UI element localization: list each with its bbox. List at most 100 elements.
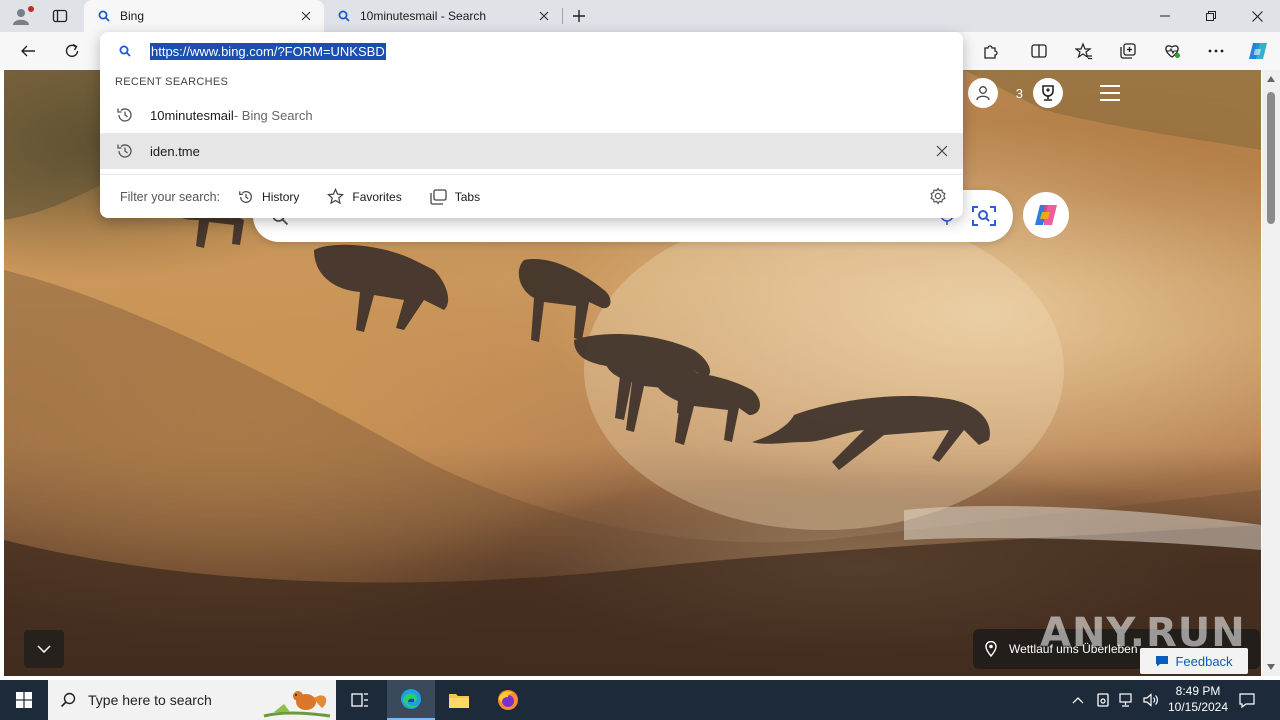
close-tab-icon[interactable] <box>532 4 556 28</box>
menu-button[interactable] <box>1099 84 1121 102</box>
gear-icon[interactable] <box>929 187 949 207</box>
windows-logo-icon <box>16 692 32 708</box>
restore-button[interactable] <box>1188 0 1234 32</box>
task-view-button[interactable] <box>336 680 384 720</box>
tab-separator <box>562 8 563 24</box>
profile-alert-dot <box>28 6 34 12</box>
address-url[interactable]: https://www.bing.com/?FORM=UNKSBD <box>150 42 386 60</box>
file-explorer-button[interactable] <box>435 680 483 720</box>
rewards-button[interactable] <box>1033 78 1063 108</box>
page-scrollbar[interactable] <box>1262 70 1280 676</box>
back-button[interactable] <box>13 36 43 66</box>
copilot-icon <box>1249 43 1267 59</box>
copilot-sidebar-button[interactable] <box>1243 36 1273 66</box>
taskbar-search-box[interactable]: Type here to search <box>48 680 336 720</box>
search-icon <box>100 45 150 57</box>
refresh-button[interactable] <box>57 36 87 66</box>
copilot-button[interactable] <box>1023 192 1069 238</box>
browser-essentials-button[interactable] <box>1157 36 1187 66</box>
location-pin-icon <box>973 641 1009 657</box>
hamburger-icon <box>1100 85 1120 101</box>
copilot-icon <box>1035 205 1057 225</box>
refresh-icon <box>65 43 79 57</box>
device-tray-button[interactable] <box>1092 680 1114 720</box>
chevron-up-icon <box>1072 696 1084 703</box>
remove-suggestion-icon[interactable] <box>933 142 951 160</box>
filter-tabs-label: Tabs <box>454 189 481 204</box>
page-header-actions: in 3 <box>942 78 1121 108</box>
rewards-count: 3 <box>1015 85 1023 101</box>
start-button[interactable] <box>0 680 48 720</box>
feedback-button[interactable]: Feedback <box>1140 648 1248 674</box>
notifications-button[interactable] <box>1236 680 1258 720</box>
scroll-up-arrow-icon[interactable] <box>1267 76 1275 82</box>
notification-icon <box>1239 693 1255 708</box>
firefox-button[interactable] <box>484 680 532 720</box>
feedback-icon <box>1156 656 1169 667</box>
address-bar[interactable]: https://www.bing.com/?FORM=UNKSBD <box>100 32 963 70</box>
user-avatar[interactable] <box>967 78 998 108</box>
restore-icon <box>1206 11 1216 21</box>
tab-strip: Bing 10minutesmail - Search <box>0 0 1280 32</box>
windows-taskbar: Type here to search 8:49 PM 10/15/2024 <box>0 680 1280 720</box>
close-window-button[interactable] <box>1234 0 1280 32</box>
tabs-icon <box>430 188 447 205</box>
puzzle-icon <box>984 45 998 59</box>
network-icon <box>1119 693 1132 707</box>
tab-actions-icon <box>52 9 68 23</box>
trophy-icon <box>1042 85 1054 101</box>
squirrel-illustration-icon <box>263 691 331 718</box>
firefox-icon <box>498 690 518 710</box>
filter-history[interactable]: History <box>238 189 299 205</box>
tab-title: Bing <box>120 9 145 23</box>
tab-actions-button[interactable] <box>44 3 76 29</box>
split-screen-button[interactable] <box>1024 36 1054 66</box>
tab-title: 10minutesmail - Search <box>360 9 487 23</box>
person-icon <box>976 86 990 101</box>
new-tab-button[interactable] <box>566 3 592 29</box>
scrollbar-thumb[interactable] <box>1267 92 1275 224</box>
folder-icon <box>449 694 469 708</box>
edge-icon <box>401 689 421 709</box>
back-arrow-icon <box>21 45 35 57</box>
tab-bing[interactable]: Bing <box>84 0 324 32</box>
taskbar-search-placeholder: Type here to search <box>88 692 212 708</box>
minimize-icon <box>1160 15 1170 17</box>
filter-tabs[interactable]: Tabs <box>430 188 481 205</box>
network-button[interactable] <box>1116 680 1138 720</box>
volume-button[interactable] <box>1140 680 1162 720</box>
search-filter-bar: Filter your search: History Favorites Ta… <box>100 174 963 218</box>
suggestion-text: 10minutesmail <box>150 107 234 123</box>
collections-icon <box>1120 43 1136 59</box>
filter-label: Filter your search: <box>120 189 221 204</box>
clock-time: 8:49 PM <box>1175 684 1221 698</box>
task-view-icon <box>351 693 368 707</box>
settings-menu-button[interactable] <box>1201 36 1231 66</box>
collections-button[interactable] <box>1113 36 1143 66</box>
scroll-down-arrow-icon[interactable] <box>1267 664 1275 670</box>
feedback-label: Feedback <box>1175 653 1233 669</box>
show-hidden-icons-button[interactable] <box>1068 680 1088 720</box>
suggestion-item[interactable]: 10minutesmail - Bing Search <box>100 97 963 133</box>
close-icon <box>1251 10 1263 22</box>
filter-favorites[interactable]: Favorites <box>327 188 402 205</box>
more-options-icon <box>1208 49 1224 53</box>
system-clock[interactable]: 8:49 PM 10/15/2024 <box>1160 683 1236 715</box>
history-icon <box>100 142 150 160</box>
extensions-button[interactable] <box>976 36 1006 66</box>
favorites-button[interactable] <box>1069 36 1099 66</box>
minimize-button[interactable] <box>1142 0 1188 32</box>
edge-taskbar-button[interactable] <box>387 680 435 720</box>
suggestion-source: - Bing Search <box>233 107 313 123</box>
history-icon <box>239 190 252 203</box>
tab-10minutesmail[interactable]: 10minutesmail - Search <box>324 0 562 32</box>
star-icon <box>327 188 345 205</box>
visual-search-icon[interactable] <box>971 204 997 231</box>
scroll-down-button[interactable] <box>24 630 64 668</box>
search-icon <box>336 8 352 24</box>
split-screen-icon <box>1031 44 1047 58</box>
profile-button[interactable] <box>6 3 36 29</box>
suggestion-item[interactable]: iden.tme <box>100 133 963 169</box>
close-tab-icon[interactable] <box>294 4 318 28</box>
heartbeat-icon <box>1165 45 1180 58</box>
